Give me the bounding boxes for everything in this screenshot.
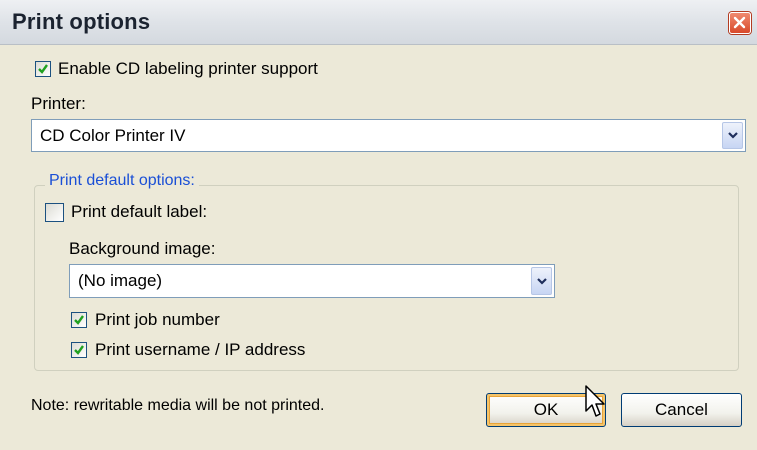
dialog-body: Enable CD labeling printer support Print… bbox=[0, 45, 757, 450]
check-mark-icon bbox=[74, 345, 84, 355]
printer-label: Printer: bbox=[31, 94, 86, 113]
background-image-label: Background image: bbox=[69, 239, 216, 258]
close-icon bbox=[733, 16, 746, 29]
printer-select-value: CD Color Printer IV bbox=[40, 126, 186, 145]
background-image-select[interactable]: (No image) bbox=[69, 264, 555, 298]
check-mark-icon bbox=[74, 315, 84, 325]
print-options-dialog: Print options Enable CD labeling printer… bbox=[0, 0, 757, 450]
chevron-down-icon bbox=[728, 132, 738, 139]
background-image-select-value: (No image) bbox=[78, 271, 163, 290]
background-image-dropdown-button[interactable] bbox=[531, 267, 552, 295]
chevron-down-icon bbox=[537, 278, 547, 285]
close-button[interactable] bbox=[729, 12, 751, 34]
printer-dropdown-button[interactable] bbox=[722, 122, 743, 149]
print-username-ip-label[interactable]: Print username / IP address bbox=[95, 340, 305, 360]
mouse-pointer-icon bbox=[585, 385, 605, 417]
print-default-label-label[interactable]: Print default label: bbox=[71, 202, 207, 222]
rewritable-media-note: Note: rewritable media will be not print… bbox=[31, 397, 325, 414]
enable-cd-labeling-label[interactable]: Enable CD labeling printer support bbox=[58, 59, 318, 79]
title-bar[interactable]: Print options bbox=[0, 0, 757, 45]
cancel-button[interactable]: Cancel bbox=[621, 393, 742, 427]
check-mark-icon bbox=[38, 64, 48, 74]
print-job-number-checkbox[interactable] bbox=[71, 312, 87, 328]
print-default-label-checkbox[interactable] bbox=[45, 203, 64, 222]
print-default-options-title: Print default options: bbox=[45, 172, 199, 190]
print-username-ip-checkbox[interactable] bbox=[71, 342, 87, 358]
dialog-title: Print options bbox=[12, 9, 151, 34]
enable-cd-labeling-checkbox[interactable] bbox=[35, 61, 51, 77]
printer-select[interactable]: CD Color Printer IV bbox=[31, 119, 746, 152]
print-job-number-label[interactable]: Print job number bbox=[95, 310, 220, 330]
